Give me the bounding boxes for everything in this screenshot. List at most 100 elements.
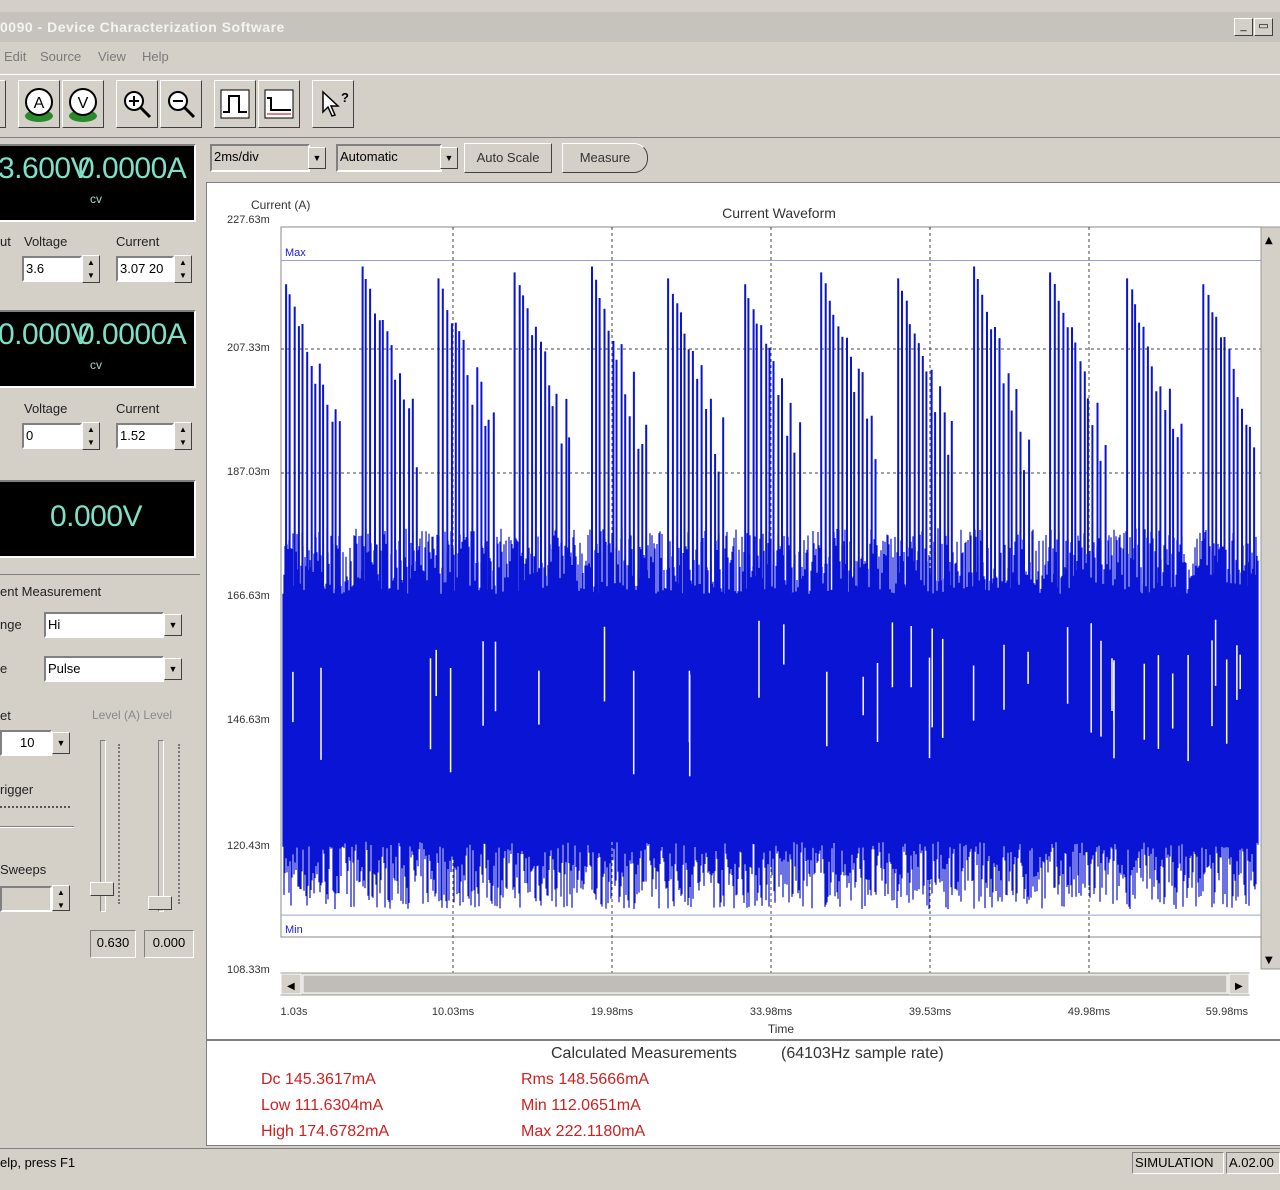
- y-tick-label: 187.03m: [227, 466, 270, 478]
- trigger-mode-select[interactable]: Automatic: [336, 144, 442, 172]
- output1-mode: cv: [90, 192, 102, 206]
- pulse-icon[interactable]: [214, 80, 256, 128]
- sweeps-input[interactable]: [0, 886, 52, 912]
- x-tick-label: 49.98ms: [1068, 1006, 1111, 1018]
- y-tick-label: 108.33m: [227, 964, 270, 976]
- y-tick-label: 120.43m: [227, 840, 270, 852]
- help-icon[interactable]: ?: [312, 80, 354, 128]
- scroll-right-arrow-icon: ▶: [1235, 981, 1243, 992]
- trigger-slider-track[interactable]: [0, 826, 74, 828]
- current-waveform-chart[interactable]: Current (A) Current Waveform 227.63m 207.…: [207, 183, 1280, 1039]
- x-tick-label: 59.98ms: [1206, 1006, 1249, 1018]
- zoom-in-icon[interactable]: [116, 80, 158, 128]
- timebase-dropdown-button[interactable]: ▼: [308, 147, 326, 169]
- output2-mode: cv: [90, 358, 102, 372]
- auto-scale-button[interactable]: Auto Scale: [464, 143, 552, 173]
- voltmeter-icon[interactable]: V: [62, 80, 104, 128]
- level-slider-2-scale: [178, 744, 180, 904]
- sweeps-spinner[interactable]: ▲ ▼: [52, 885, 70, 911]
- x-tick-label: 33.98ms: [750, 1006, 793, 1018]
- status-bar: elp, press F1 SIMULATION A.02.00: [0, 1148, 1280, 1179]
- menu-edit[interactable]: Edit: [4, 49, 26, 64]
- y-tick-label: 227.63m: [227, 214, 270, 226]
- calculated-title: Calculated Measurements: [551, 1045, 737, 1062]
- level-readout-1: 0.630: [90, 930, 136, 958]
- range-select[interactable]: Hi: [44, 612, 164, 638]
- output2-voltage-display: 0.000V: [0, 318, 91, 351]
- menu-source[interactable]: Source: [40, 49, 81, 64]
- svg-text:?: ?: [341, 90, 349, 105]
- output1-current-spinner[interactable]: ▲ ▼: [174, 255, 192, 283]
- dvm-display: 0.000V: [0, 480, 196, 558]
- output2-current-spinner[interactable]: ▲ ▼: [174, 422, 192, 450]
- x-tick-label: 39.53ms: [909, 1006, 952, 1018]
- scroll-left-arrow-icon: ◀: [287, 981, 295, 992]
- calculated-measurements-panel: Calculated Measurements (64103Hz sample …: [206, 1040, 1280, 1146]
- menu-view[interactable]: View: [98, 49, 126, 64]
- type-select[interactable]: Pulse: [44, 656, 164, 682]
- level-slider-1-thumb[interactable]: [90, 882, 114, 896]
- trigger-scale: [0, 806, 70, 808]
- waveform-icon[interactable]: [258, 80, 300, 128]
- title-bar: 0090 - Device Characterization Software …: [0, 12, 1280, 42]
- x-tick-label: 1.03s: [281, 1006, 308, 1018]
- scroll-thumb[interactable]: [302, 974, 1228, 994]
- trigger-mode-dropdown-button[interactable]: ▼: [440, 147, 458, 169]
- low-value: Low 111.6304mA: [261, 1097, 384, 1114]
- window-title: 0090 - Device Characterization Software: [0, 19, 285, 35]
- level-slider-2-track[interactable]: [158, 740, 164, 912]
- output2-voltage-label: Voltage: [24, 401, 68, 416]
- output1-current-display: 0.0000A: [78, 152, 187, 185]
- output1-voltage-display: 3.600V: [0, 152, 91, 185]
- output1-row-label: ut: [0, 234, 11, 249]
- output2-voltage-spinner[interactable]: ▲ ▼: [82, 422, 100, 450]
- level-slider-1-scale: [118, 744, 120, 904]
- x-tick-labels: 1.03s 10.03ms 19.98ms 33.98ms 39.53ms 49.98ms…: [281, 1006, 1249, 1018]
- y-tick-label: 146.63m: [227, 714, 270, 726]
- x-tick-label: 19.98ms: [591, 1006, 634, 1018]
- toolbar-edge-button[interactable]: [0, 80, 6, 128]
- max-value: Max 222.1180mA: [521, 1123, 646, 1140]
- measure-button[interactable]: Measure: [562, 143, 648, 173]
- scroll-up-arrow-icon[interactable]: ▲: [1265, 235, 1273, 246]
- output1-voltage-spinner[interactable]: ▲ ▼: [82, 255, 100, 283]
- set-dropdown-button[interactable]: ▼: [52, 732, 70, 754]
- level-readout-2: 0.000: [144, 930, 194, 958]
- svg-text:V: V: [78, 95, 89, 112]
- menu-bar: Edit Source View Help: [0, 44, 1280, 70]
- rms-value: Rms 148.5666mA: [521, 1071, 650, 1088]
- x-tick-label: 10.03ms: [432, 1006, 475, 1018]
- restore-button[interactable]: ▭: [1254, 18, 1273, 36]
- y-tick-labels: 227.63m 207.33m 187.03m 166.63m 146.63m 120.4…: [227, 214, 270, 976]
- output1-voltage-input[interactable]: 3.6: [22, 256, 82, 282]
- output2-current-display: 0.0000A: [78, 318, 187, 351]
- type-label: e: [0, 661, 8, 676]
- vertical-scrollbar[interactable]: [1260, 226, 1280, 970]
- timebase-select[interactable]: 2ms/div: [210, 144, 310, 172]
- max-marker-label: Max: [285, 247, 306, 259]
- zoom-out-icon[interactable]: [160, 80, 202, 128]
- output2-voltage-input[interactable]: 0: [22, 423, 82, 449]
- ammeter-icon[interactable]: A: [18, 80, 60, 128]
- status-help-text: elp, press F1: [0, 1155, 76, 1170]
- range-dropdown-button[interactable]: ▼: [164, 614, 182, 636]
- dvm-voltage-display: 0.000V: [49, 500, 143, 533]
- output2-display: 0.000V 0.0000A cv: [0, 310, 196, 388]
- output2-current-label: Current: [116, 401, 160, 416]
- level-label: Level (A) Level: [92, 708, 173, 722]
- measurement-divider: [0, 574, 200, 575]
- type-dropdown-button[interactable]: ▼: [164, 658, 182, 680]
- level-slider-2-thumb[interactable]: [148, 896, 172, 910]
- minimize-button[interactable]: _: [1234, 18, 1253, 36]
- min-marker-label: Min: [285, 924, 303, 936]
- status-mode: SIMULATION: [1132, 1152, 1224, 1174]
- output1-voltage-label: Voltage: [24, 234, 68, 249]
- chart-title: Current Waveform: [722, 205, 836, 221]
- menu-help[interactable]: Help: [142, 49, 169, 64]
- set-label: et: [0, 708, 11, 723]
- output2-current-input[interactable]: 1.52: [116, 423, 174, 449]
- set-select[interactable]: 10: [0, 730, 52, 756]
- scroll-down-arrow-icon[interactable]: ▼: [1265, 955, 1273, 966]
- high-value: High 174.6782mA: [261, 1123, 390, 1140]
- output1-current-input[interactable]: 3.07 20: [116, 256, 174, 282]
